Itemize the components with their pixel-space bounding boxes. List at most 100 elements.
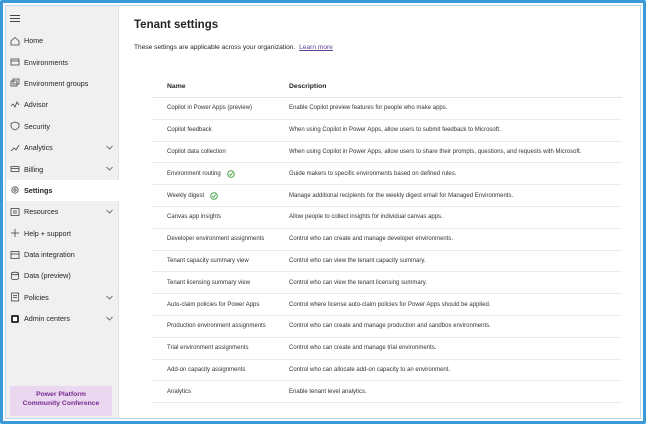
table-row[interactable]: Weekly digest Manage additional recipient…: [152, 185, 622, 207]
setting-description: Allow people to collect insights for ind…: [289, 214, 443, 221]
table-row[interactable]: Copilot data collection When using Copilo…: [152, 142, 622, 164]
setting-description: Control who can create and manage trial …: [289, 345, 437, 352]
setting-name[interactable]: Auto-claim policies for Power Apps: [167, 302, 259, 308]
setting-description: When using Copilot in Power Apps, allow …: [289, 127, 501, 134]
promo-banner[interactable]: Power Platform Community Conference: [10, 386, 112, 416]
setting-name-cell: Environment routing: [152, 170, 289, 178]
chevron-down-icon[interactable]: [106, 208, 113, 215]
setting-name[interactable]: Copilot data collection: [167, 149, 226, 155]
sidebar-item-resources[interactable]: Resources: [6, 201, 119, 222]
table-row[interactable]: Trial environment assignments Control who…: [152, 338, 622, 360]
sidebar-item-label: Home: [24, 36, 44, 46]
managed-environment-icon: [210, 191, 218, 200]
setting-name-cell: Production environment assignments: [152, 323, 289, 329]
sidebar: Home Environments Environment groups Adviso…: [6, 6, 119, 418]
setting-name[interactable]: Copilot in Power Apps (preview): [167, 105, 252, 111]
sidebar-item-label: Billing: [24, 164, 44, 174]
data-integration-icon: [10, 250, 20, 260]
sidebar-item-policies[interactable]: Policies: [6, 287, 119, 308]
main-content: Tenant settings These settings are appli…: [120, 6, 640, 418]
table-row[interactable]: Tenant licensing summary view Control who…: [152, 272, 622, 295]
data-icon: [10, 271, 20, 281]
setting-name-cell: Auto-claim policies for Power Apps: [152, 302, 289, 308]
table-row[interactable]: Developer environment assignments Control…: [152, 229, 622, 251]
analytics-icon: [10, 143, 20, 153]
sidebar-item-home[interactable]: Home: [6, 30, 119, 51]
sidebar-item-label: Analytics: [24, 143, 53, 153]
policies-icon: [10, 292, 20, 302]
environments-icon: [10, 57, 20, 67]
screenshot-frame: Home Environments Environment groups Adviso…: [0, 0, 646, 424]
chevron-down-icon[interactable]: [106, 294, 113, 301]
table-row[interactable]: Analytics Enable tenant level analytics.: [152, 381, 622, 404]
setting-name-cell: Weekly digest: [152, 191, 289, 200]
setting-name-cell: Trial environment assignments: [152, 345, 289, 351]
setting-name[interactable]: Tenant capacity summary view: [167, 258, 249, 264]
setting-name[interactable]: Trial environment assignments: [167, 345, 248, 351]
sidebar-item-label: Resources: [24, 207, 59, 217]
setting-description: Control where license auto-claim policie…: [289, 301, 491, 308]
chevron-down-icon[interactable]: [106, 144, 113, 151]
sidebar-item-environments[interactable]: Environments: [6, 51, 119, 72]
setting-description: When using Copilot in Power Apps, allow …: [289, 148, 582, 155]
setting-name[interactable]: Developer environment assignments: [167, 236, 264, 242]
setting-description: Manage additional recipients for the wee…: [289, 192, 514, 199]
sidebar-item-label: Admin centers: [24, 314, 70, 324]
table-row[interactable]: Add-on capacity assignments Control who c…: [152, 360, 622, 382]
page-subtitle: These settings are applicable across you…: [134, 44, 333, 51]
advisor-icon: [10, 100, 20, 110]
sidebar-item-data-preview[interactable]: Data (preview): [6, 265, 119, 286]
column-header-name[interactable]: Name: [152, 83, 289, 90]
sidebar-item-billing[interactable]: Billing: [6, 158, 119, 179]
sidebar-item-security[interactable]: Security: [6, 116, 119, 137]
shield-icon: [10, 121, 20, 131]
promo-line1: Power Platform: [36, 391, 86, 398]
table-row[interactable]: Environment routing Guide makers to speci…: [152, 163, 622, 186]
setting-name-cell: Copilot feedback: [152, 127, 289, 133]
table-row[interactable]: Canvas app insights Allow people to colle…: [152, 207, 622, 229]
sidebar-item-environment-groups[interactable]: Environment groups: [6, 73, 119, 94]
sidebar-item-label: Environment groups: [24, 78, 89, 88]
sidebar-item-advisor[interactable]: Advisor: [6, 94, 119, 115]
setting-description: Enable Copilot preview features for peop…: [289, 105, 448, 112]
setting-description: Control who can view the tenant licensin…: [289, 279, 427, 286]
sidebar-item-admin-centers[interactable]: Admin centers: [6, 308, 119, 329]
setting-name[interactable]: Production environment assignments: [167, 323, 266, 329]
setting-name-cell: Add-on capacity assignments: [152, 367, 289, 373]
setting-name-cell: Tenant licensing summary view: [152, 280, 289, 286]
setting-name[interactable]: Add-on capacity assignments: [167, 367, 245, 373]
setting-name-cell: Canvas app insights: [152, 214, 289, 220]
table-row[interactable]: Tenant capacity summary view Control who …: [152, 251, 622, 273]
chevron-down-icon[interactable]: [106, 315, 113, 322]
setting-name[interactable]: Weekly digest: [167, 193, 204, 199]
table-row[interactable]: Copilot in Power Apps (preview) Enable Co…: [152, 98, 622, 120]
setting-name[interactable]: Environment routing: [167, 171, 221, 177]
hamburger-menu-icon[interactable]: [10, 15, 20, 25]
chevron-down-icon[interactable]: [106, 165, 113, 172]
sidebar-item-help-support[interactable]: Help + support: [6, 223, 119, 244]
table-row[interactable]: Auto-claim policies for Power Apps Contro…: [152, 294, 622, 316]
setting-name-cell: Analytics: [152, 389, 289, 395]
sidebar-item-label: Data (preview): [24, 271, 71, 281]
home-icon: [10, 36, 20, 46]
setting-description: Enable tenant level analytics.: [289, 388, 367, 395]
promo-line2: Community Conference: [22, 400, 100, 407]
app-window: Home Environments Environment groups Adviso…: [5, 5, 641, 419]
sidebar-item-label: Security: [24, 121, 50, 131]
table-row[interactable]: Production environment assignments Contro…: [152, 316, 622, 338]
learn-more-link[interactable]: Learn more: [299, 44, 333, 51]
sidebar-item-label: Data integration: [24, 250, 75, 260]
setting-name[interactable]: Tenant licensing summary view: [167, 280, 250, 286]
table-row[interactable]: Copilot feedback When using Copilot in Po…: [152, 120, 622, 142]
help-icon: [10, 228, 20, 238]
column-header-description[interactable]: Description: [289, 83, 622, 90]
sidebar-item-label: Policies: [24, 292, 49, 302]
setting-name-cell: Developer environment assignments: [152, 236, 289, 242]
setting-name[interactable]: Analytics: [167, 389, 191, 395]
setting-name[interactable]: Canvas app insights: [167, 214, 221, 220]
sidebar-item-settings[interactable]: Settings: [6, 179, 119, 202]
setting-name[interactable]: Copilot feedback: [167, 127, 212, 133]
setting-description: Control who can view the tenant capacity…: [289, 257, 426, 264]
sidebar-item-analytics[interactable]: Analytics: [6, 137, 119, 158]
sidebar-item-data-integration[interactable]: Data integration: [6, 244, 119, 265]
